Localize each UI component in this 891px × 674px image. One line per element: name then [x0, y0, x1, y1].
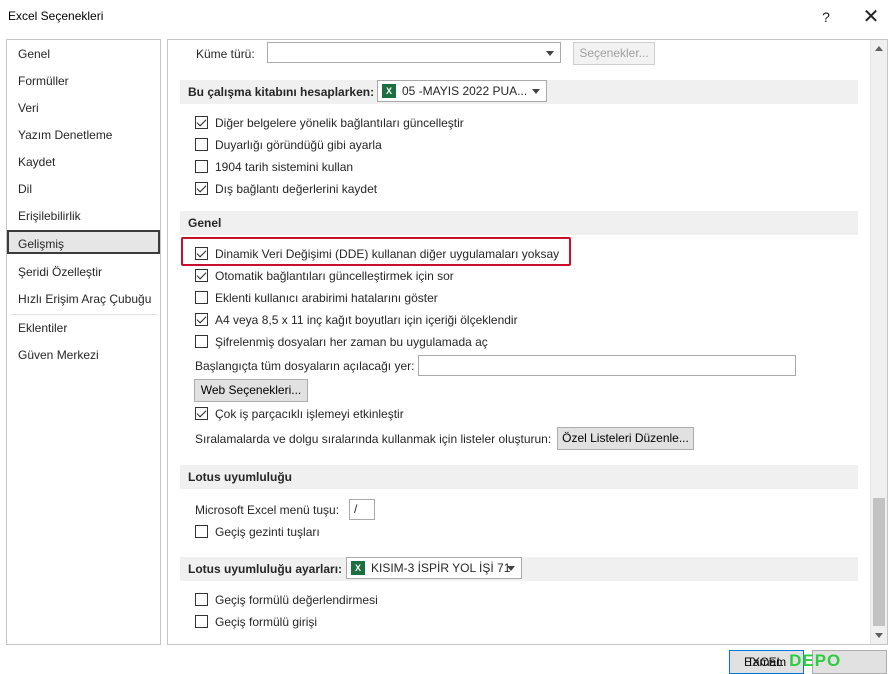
auto-links-label: Otomatik bağlantıları güncelleştirmek iç… — [215, 269, 454, 283]
calc-section-title: Bu çalışma kitabını hesaplarken: — [188, 85, 375, 99]
precision-checkbox[interactable] — [195, 138, 208, 151]
update-links-checkbox[interactable] — [195, 116, 208, 129]
nav-item-yazim-denetleme[interactable]: Yazım Denetleme — [7, 123, 160, 147]
custom-lists-label: Sıralamalarda ve dolgu sıralarında kulla… — [195, 432, 552, 446]
dde-ignore-checkbox[interactable] — [195, 247, 208, 260]
encrypted-open-checkbox[interactable] — [195, 335, 208, 348]
lotus-section-header: Lotus uyumluluğu — [180, 465, 858, 489]
multithread-label: Çok iş parçacıklı işlemeyi etkinleştir — [215, 407, 404, 421]
excel-icon: X — [382, 84, 396, 98]
nav-item-guven-merkezi[interactable]: Güven Merkezi — [7, 343, 160, 367]
chevron-down-icon — [546, 51, 554, 56]
scroll-up-icon[interactable] — [875, 46, 883, 51]
workbook-value: 05 -MAYIS 2022 PUA... — [402, 84, 528, 98]
watermark-logo: EXCEL DEPO — [744, 651, 841, 673]
save-external-checkbox[interactable] — [195, 182, 208, 195]
chevron-down-icon — [532, 89, 540, 94]
nav-divider — [11, 314, 157, 315]
options-content: Küme türü: Seçenekler... Bu çalışma kita… — [167, 39, 888, 645]
scale-paper-checkbox[interactable] — [195, 313, 208, 326]
nav-item-erisilebilirlik[interactable]: Erişilebilirlik — [7, 204, 160, 228]
nav-item-formuller[interactable]: Formüller — [7, 69, 160, 93]
category-nav: Genel Formüller Veri Yazım Denetleme Kay… — [6, 39, 161, 645]
scroll-thumb[interactable] — [873, 498, 885, 626]
precision-label: Duyarlığı göründüğü gibi ayarla — [215, 138, 382, 152]
watermark-small: EXCEL — [744, 655, 784, 669]
scroll-down-icon[interactable] — [875, 633, 883, 638]
startup-folder-input[interactable] — [418, 355, 796, 376]
sheet-dropdown[interactable]: X KISIM-3 İSPİR YOL İŞİ 71 — [346, 557, 522, 579]
kume-turu-dropdown[interactable] — [267, 42, 561, 63]
addin-errors-checkbox[interactable] — [195, 291, 208, 304]
excel-sheet-icon: X — [351, 561, 365, 575]
addin-errors-label: Eklenti kullanıcı arabirimi hatalarını g… — [215, 291, 438, 305]
web-options-button[interactable]: Web Seçenekleri... — [194, 379, 308, 402]
formula-eval-label: Geçiş formülü değerlendirmesi — [215, 593, 378, 607]
help-button[interactable]: ? — [811, 4, 841, 30]
save-external-label: Dış bağlantı değerlerini kaydet — [215, 182, 378, 196]
general-section-title: Genel — [188, 216, 222, 230]
formula-entry-label: Geçiş formülü girişi — [215, 615, 318, 629]
dialog-footer: Tamam EXCEL DEPO — [0, 645, 891, 674]
window-title: Excel Seçenekleri — [8, 9, 104, 23]
lotus-settings-section-title: Lotus uyumluluğu ayarları: — [188, 562, 343, 576]
auto-links-checkbox[interactable] — [195, 269, 208, 282]
sheet-value: KISIM-3 İSPİR YOL İŞİ 71 — [371, 561, 511, 575]
update-links-label: Diğer belgelere yönelik bağlantıları gün… — [215, 116, 464, 130]
formula-eval-checkbox[interactable] — [195, 593, 208, 606]
nav-item-genel[interactable]: Genel — [7, 42, 160, 66]
chevron-down-icon — [507, 566, 515, 571]
scale-paper-label: A4 veya 8,5 x 11 inç kağıt boyutları içi… — [215, 313, 518, 327]
nav-item-seridi-ozellestir[interactable]: Şeridi Özelleştir — [7, 260, 160, 284]
secenekler-button[interactable]: Seçenekler... — [573, 42, 655, 65]
nav-item-dil[interactable]: Dil — [7, 177, 160, 201]
nav-item-hizli-erisim[interactable]: Hızlı Erişim Araç Çubuğu — [7, 287, 160, 311]
multithread-checkbox[interactable] — [195, 407, 208, 420]
workbook-dropdown[interactable]: X 05 -MAYIS 2022 PUA... — [377, 80, 547, 102]
nav-item-veri[interactable]: Veri — [7, 96, 160, 120]
nav-item-eklentiler[interactable]: Eklentiler — [7, 316, 160, 340]
nav-item-gelismis[interactable]: Gelişmiş — [7, 230, 160, 254]
nav-keys-label: Geçiş gezinti tuşları — [215, 525, 320, 539]
nav-keys-checkbox[interactable] — [195, 525, 208, 538]
edit-custom-lists-button[interactable]: Özel Listeleri Düzenle... — [557, 427, 694, 450]
dde-ignore-label: Dinamik Veri Değişimi (DDE) kullanan diğ… — [215, 247, 560, 261]
general-section-header: Genel — [180, 211, 858, 235]
vertical-scrollbar[interactable] — [870, 40, 887, 644]
title-bar: Excel Seçenekleri ? ✕ — [0, 0, 891, 34]
encrypted-open-label: Şifrelenmiş dosyaları her zaman bu uygul… — [215, 335, 488, 349]
menu-key-label: Microsoft Excel menü tuşu: — [195, 503, 340, 517]
formula-entry-checkbox[interactable] — [195, 615, 208, 628]
watermark-text: DEPO — [789, 651, 842, 670]
startup-folder-label: Başlangıçta tüm dosyaların açılacağı yer… — [195, 359, 415, 373]
close-button[interactable]: ✕ — [856, 4, 886, 30]
menu-key-input[interactable]: / — [349, 499, 375, 520]
date-1904-label: 1904 tarih sistemini kullan — [215, 160, 354, 174]
lotus-section-title: Lotus uyumluluğu — [188, 470, 292, 484]
date-1904-checkbox[interactable] — [195, 160, 208, 173]
kume-turu-label: Küme türü: — [196, 47, 255, 61]
nav-item-kaydet[interactable]: Kaydet — [7, 150, 160, 174]
